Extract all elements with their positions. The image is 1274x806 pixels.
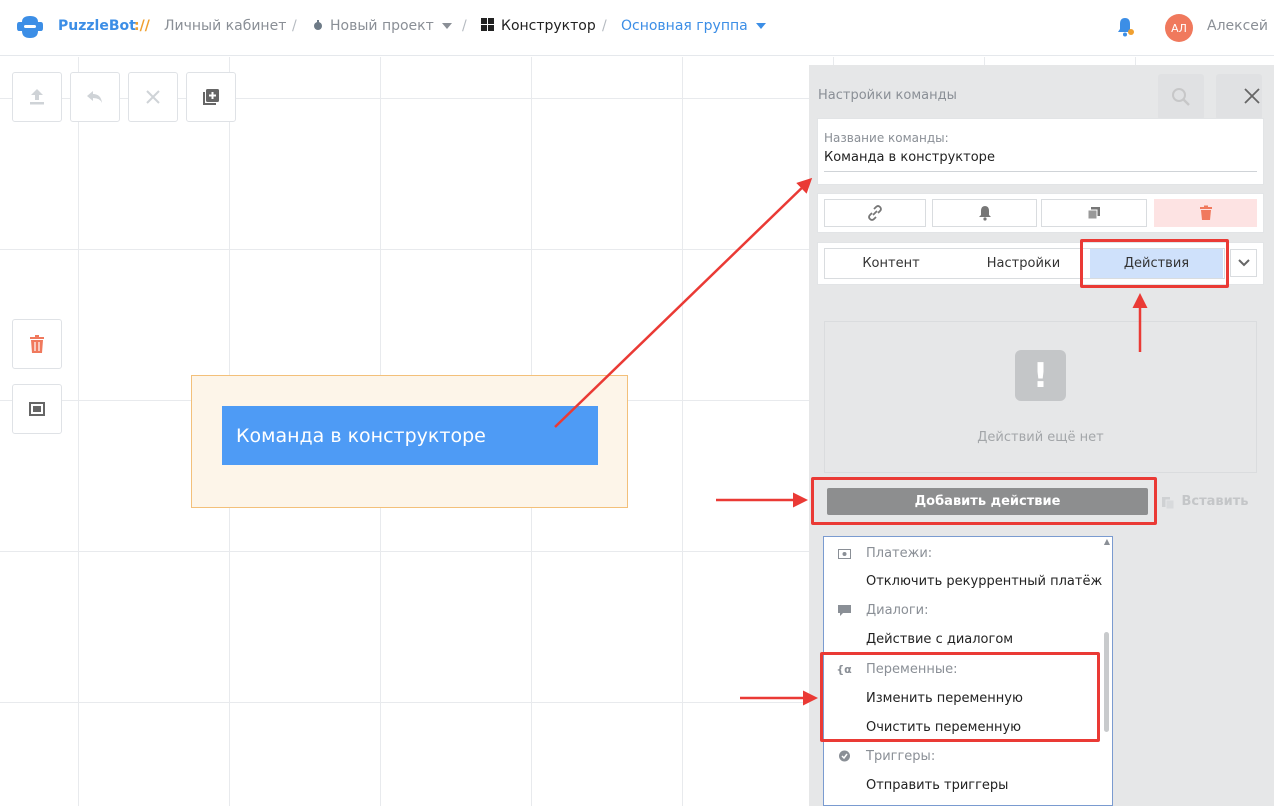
search-icon bbox=[1172, 88, 1190, 106]
add-block-button[interactable] bbox=[186, 72, 236, 122]
dropdown-group-triggers: Триггеры: bbox=[824, 742, 1104, 771]
breadcrumb-constructor-label: Конструктор bbox=[501, 18, 596, 34]
breadcrumb-constructor[interactable]: Конструктор bbox=[481, 18, 596, 34]
chat-icon bbox=[837, 604, 851, 618]
grid-icon bbox=[481, 18, 494, 31]
copy-icon bbox=[1087, 207, 1100, 220]
breadcrumb-divider: / bbox=[462, 18, 467, 34]
bell-icon bbox=[978, 206, 991, 221]
chevron-down-icon bbox=[1237, 259, 1250, 267]
user-name[interactable]: Алексей bbox=[1207, 18, 1268, 34]
command-name-label: Название команды: bbox=[824, 131, 949, 145]
chevron-down-icon bbox=[755, 23, 766, 29]
brand-name[interactable]: PuzzleBot bbox=[58, 18, 136, 34]
breadcrumb-cabinet[interactable]: Личный кабинет bbox=[164, 18, 286, 34]
dropdown-group-dialogs: Диалоги: bbox=[824, 596, 1104, 625]
paste-icon bbox=[1162, 496, 1175, 509]
command-node-title[interactable]: Команда в конструкторе bbox=[222, 406, 598, 465]
dropdown-group-payments: Платежи: bbox=[824, 539, 1104, 568]
breadcrumb-group[interactable]: Основная группа bbox=[621, 18, 766, 34]
notify-button[interactable] bbox=[932, 199, 1037, 227]
add-block-icon bbox=[203, 89, 219, 105]
command-name-input[interactable]: Команда в конструкторе bbox=[824, 150, 1257, 172]
trash-icon bbox=[1199, 205, 1212, 220]
upload-button[interactable] bbox=[12, 72, 62, 122]
delete-command-button[interactable] bbox=[1154, 199, 1257, 227]
dropdown-item-send-triggers[interactable]: Отправить триггеры bbox=[824, 771, 1104, 800]
fit-view-icon bbox=[29, 402, 45, 416]
breadcrumb-divider: / bbox=[292, 18, 297, 34]
close-icon[interactable] bbox=[1241, 85, 1263, 107]
puzzlebot-logo-icon[interactable] bbox=[16, 14, 44, 40]
breadcrumb-project-label: Новый проект bbox=[330, 18, 434, 34]
bell-icon[interactable] bbox=[1114, 16, 1136, 38]
chevron-down-icon bbox=[441, 23, 452, 29]
paste-button[interactable]: Вставить bbox=[1160, 488, 1250, 515]
tabs-more-button[interactable] bbox=[1230, 249, 1257, 277]
highlight-add-action bbox=[811, 477, 1157, 525]
undo-icon bbox=[87, 91, 102, 103]
close-button[interactable] bbox=[128, 72, 178, 122]
breadcrumb-divider: / bbox=[602, 18, 607, 34]
panel-title: Настройки команды bbox=[818, 88, 957, 103]
trash-icon bbox=[30, 335, 44, 353]
dropdown-group-label: Триггеры: bbox=[866, 749, 936, 764]
exclamation-icon: ! bbox=[1015, 350, 1066, 401]
highlight-variables-group bbox=[820, 652, 1100, 742]
breadcrumb-group-label: Основная группа bbox=[621, 18, 748, 34]
upload-icon bbox=[30, 89, 44, 105]
trigger-icon bbox=[837, 750, 851, 764]
close-icon bbox=[146, 90, 160, 104]
dropdown-item-disable-recurring[interactable]: Отключить рекуррентный платёж bbox=[824, 567, 1104, 596]
link-button[interactable] bbox=[824, 199, 926, 227]
copy-button[interactable] bbox=[1041, 199, 1147, 227]
avatar[interactable]: АЛ bbox=[1165, 14, 1193, 42]
scroll-up-arrow-icon[interactable]: ▲ bbox=[1102, 537, 1112, 546]
project-icon bbox=[314, 20, 322, 30]
brand-separator: :// bbox=[134, 18, 150, 34]
tab-settings[interactable]: Настройки bbox=[957, 249, 1090, 278]
dropdown-group-label: Диалоги: bbox=[866, 603, 929, 618]
payment-icon bbox=[837, 547, 851, 561]
undo-button[interactable] bbox=[70, 72, 120, 122]
dropdown-scrollbar[interactable] bbox=[1104, 632, 1109, 732]
fit-view-button[interactable] bbox=[12, 384, 62, 434]
paste-label: Вставить bbox=[1181, 494, 1249, 509]
breadcrumb-project[interactable]: Новый проект bbox=[312, 18, 452, 34]
highlight-actions-tab bbox=[1080, 239, 1229, 288]
top-bar: PuzzleBot :// Личный кабинет / Новый про… bbox=[0, 0, 1274, 56]
delete-button[interactable] bbox=[12, 319, 62, 369]
empty-state-text: Действий ещё нет bbox=[977, 430, 1104, 445]
dropdown-group-label: Платежи: bbox=[866, 546, 933, 561]
tab-content[interactable]: Контент bbox=[825, 249, 957, 278]
link-icon bbox=[868, 205, 882, 221]
dropdown-item-dialog-action[interactable]: Действие с диалогом bbox=[824, 625, 1104, 654]
